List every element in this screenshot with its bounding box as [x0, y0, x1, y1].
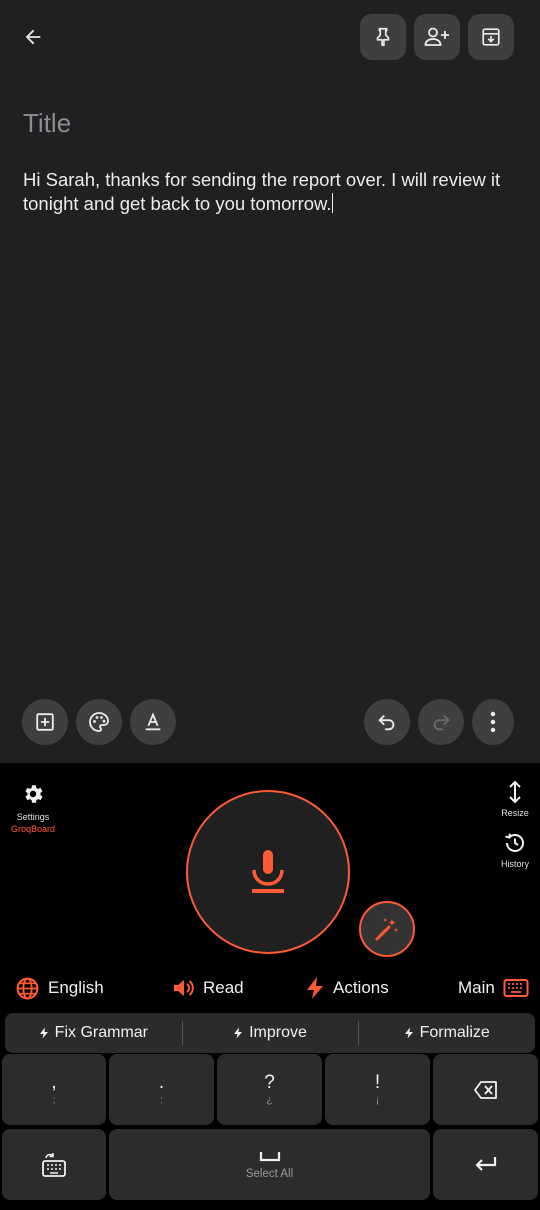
- title-field[interactable]: Title: [23, 108, 71, 139]
- main-keyboard-button[interactable]: Main: [458, 975, 537, 1001]
- improve-label: Improve: [249, 1024, 307, 1041]
- resize-button[interactable]: Resize: [496, 780, 534, 818]
- language-selector[interactable]: English: [15, 975, 104, 1001]
- switch-keyboard-key[interactable]: [2, 1129, 106, 1200]
- improve-button[interactable]: Improve: [181, 1013, 359, 1053]
- redo-button[interactable]: [418, 699, 464, 745]
- undo-icon: [378, 714, 395, 731]
- main-label: Main: [458, 978, 495, 997]
- bolt-icon: [39, 1027, 48, 1039]
- gear-icon: [25, 785, 43, 803]
- pin-button[interactable]: [360, 14, 406, 60]
- archive-button[interactable]: [468, 14, 514, 60]
- text-format-icon: [145, 712, 161, 731]
- history-button[interactable]: History: [496, 831, 534, 869]
- note-body-field[interactable]: Hi Sarah, thanks for sending the report …: [23, 168, 513, 216]
- space-key[interactable]: Select All: [109, 1129, 430, 1200]
- history-label: History: [500, 859, 529, 869]
- language-label: English: [48, 978, 104, 997]
- ai-actions-bar: Fix Grammar Improve Formalize: [5, 1013, 535, 1053]
- globe-icon: [16, 977, 39, 999]
- more-options-button[interactable]: [472, 699, 514, 745]
- add-collaborator-button[interactable]: [414, 14, 460, 60]
- enter-icon: [474, 1156, 496, 1171]
- text-format-button[interactable]: [130, 699, 176, 745]
- redo-icon: [433, 714, 450, 731]
- back-button[interactable]: [14, 18, 52, 56]
- fix-grammar-label: Fix Grammar: [54, 1024, 148, 1041]
- keyboard-icon: [503, 979, 529, 997]
- keyboard-switch-icon: [42, 1152, 66, 1177]
- ai-magic-button[interactable]: [359, 901, 415, 957]
- read-button[interactable]: Read: [171, 975, 244, 1001]
- voice-record-button[interactable]: [186, 790, 350, 954]
- key-period[interactable]: . :: [109, 1054, 214, 1125]
- pin-icon: [376, 27, 390, 47]
- actions-button[interactable]: Actions: [305, 975, 389, 1001]
- fix-grammar-button[interactable]: Fix Grammar: [5, 1013, 182, 1053]
- key-alt-char: ¡: [375, 1095, 380, 1106]
- key-question[interactable]: ? ¿: [217, 1054, 322, 1125]
- note-editor: Title Hi Sarah, thanks for sending the r…: [0, 0, 540, 763]
- settings-button[interactable]: Settings GroqBoard: [6, 782, 60, 834]
- space-icon: [259, 1151, 280, 1161]
- select-all-label: Select All: [245, 1167, 294, 1180]
- key-comma[interactable]: , ;: [2, 1054, 106, 1125]
- key-main-char: ?: [264, 1072, 275, 1093]
- undo-button[interactable]: [364, 699, 410, 745]
- add-content-button[interactable]: [22, 699, 68, 745]
- key-main-char: !: [374, 1072, 381, 1093]
- key-alt-char: :: [160, 1095, 163, 1106]
- settings-label: Settings: [16, 812, 50, 822]
- resize-icon: [509, 780, 521, 804]
- note-body-text: Hi Sarah, thanks for sending the report …: [23, 169, 501, 214]
- palette-icon: [89, 712, 109, 732]
- person-add-icon: [424, 27, 449, 46]
- magic-wand-icon: [375, 918, 398, 941]
- read-label: Read: [203, 978, 244, 997]
- key-alt-char: ;: [52, 1095, 56, 1106]
- background-color-button[interactable]: [76, 699, 122, 745]
- archive-icon: [482, 28, 500, 46]
- add-box-icon: [36, 713, 54, 731]
- arrow-left-icon: [25, 29, 41, 45]
- backspace-icon: [473, 1080, 497, 1099]
- text-cursor: [331, 193, 333, 213]
- enter-key[interactable]: [433, 1129, 538, 1200]
- bolt-icon: [234, 1027, 243, 1039]
- key-main-char: ,: [51, 1072, 57, 1093]
- key-alt-char: ¿: [266, 1095, 273, 1106]
- history-icon: [505, 833, 524, 852]
- bolt-icon: [307, 977, 323, 999]
- bolt-icon: [404, 1027, 413, 1039]
- formalize-label: Formalize: [419, 1024, 490, 1041]
- speaker-icon: [174, 980, 194, 996]
- key-main-char: .: [158, 1072, 165, 1093]
- resize-label: Resize: [501, 808, 529, 818]
- brand-label: GroqBoard: [10, 824, 56, 834]
- key-exclamation[interactable]: ! ¡: [325, 1054, 430, 1125]
- mic-icon: [252, 850, 284, 893]
- actions-label: Actions: [333, 978, 389, 997]
- more-vert-icon: [490, 711, 496, 733]
- backspace-key[interactable]: [433, 1054, 538, 1125]
- formalize-button[interactable]: Formalize: [358, 1013, 535, 1053]
